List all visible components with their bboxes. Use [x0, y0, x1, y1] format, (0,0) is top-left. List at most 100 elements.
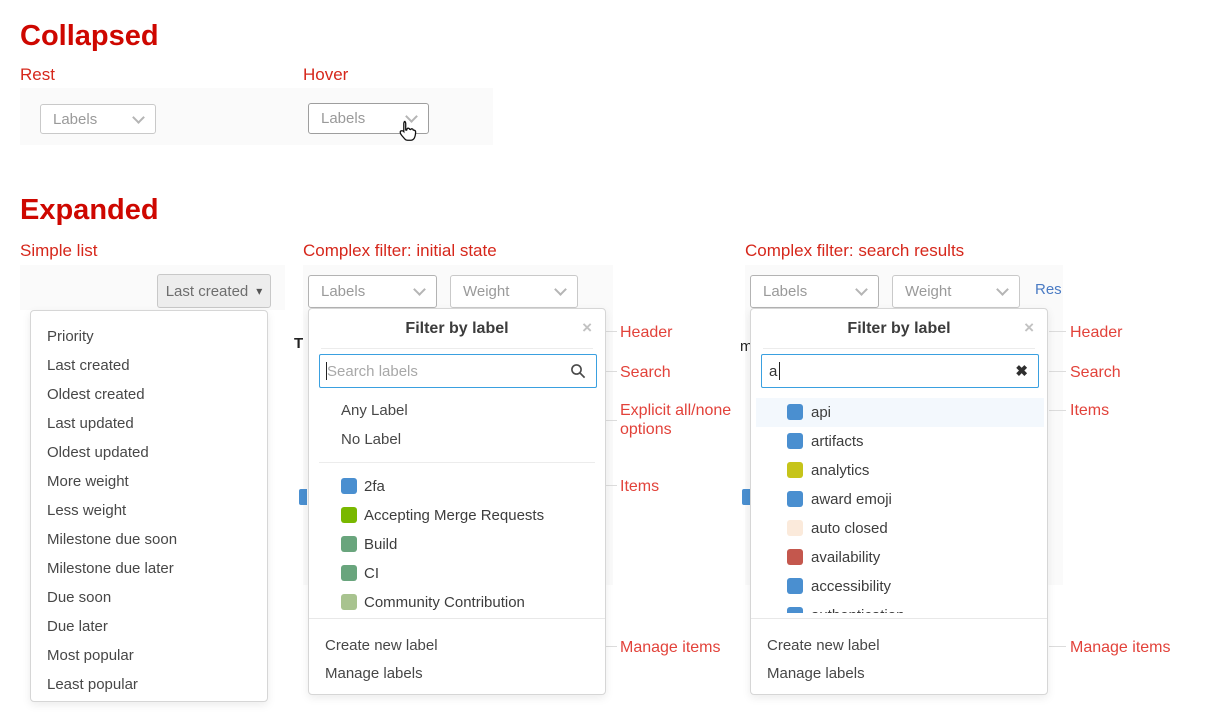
design-spec-page: Collapsed Rest Hover Labels Labels Expan…: [0, 0, 1218, 722]
sort-dropdown-button[interactable]: Last created ▾: [157, 274, 271, 308]
label-color-swatch: [341, 594, 357, 610]
weight-filter-dropdown-label: Weight: [905, 283, 951, 300]
hand-cursor-icon: [396, 120, 418, 144]
label-option[interactable]: api: [787, 398, 1047, 427]
label-color-swatch: [787, 462, 803, 478]
divider: [763, 348, 1035, 349]
menu-item[interactable]: Priority: [47, 322, 94, 351]
label-color-swatch: [787, 433, 803, 449]
label-option[interactable]: availability: [787, 543, 1047, 572]
annotation-connector-line: [1049, 646, 1066, 647]
label-option[interactable]: 2fa: [341, 472, 605, 501]
label-option[interactable]: Accepting Merge Requests: [341, 501, 605, 530]
labels-dropdown-hover-label: Labels: [321, 110, 365, 127]
annotation-connector-line: [1049, 410, 1066, 411]
label-color-swatch: [787, 404, 803, 420]
close-icon[interactable]: ×: [1024, 318, 1034, 338]
label-option[interactable]: analytics: [787, 456, 1047, 485]
annotation-connector-line: [1049, 331, 1066, 332]
menu-item[interactable]: Oldest updated: [47, 438, 149, 467]
label-color-swatch: [787, 549, 803, 565]
clipped-link[interactable]: Res: [1035, 281, 1063, 299]
annotation-search: Search: [1070, 363, 1121, 382]
label-option-name: 2fa: [364, 472, 385, 501]
label-option-name: accessibility: [811, 572, 891, 601]
label-option-name: authentication: [811, 601, 904, 613]
divider: [321, 348, 593, 349]
menu-item[interactable]: Oldest created: [47, 380, 145, 409]
close-icon[interactable]: ×: [582, 318, 592, 338]
label-color-swatch: [787, 607, 803, 613]
subtitle-simple-list: Simple list: [20, 241, 97, 261]
label-option-name: auto closed: [811, 514, 888, 543]
label-option[interactable]: artifacts: [787, 427, 1047, 456]
label-color-swatch: [787, 491, 803, 507]
annotation-header: Header: [1070, 323, 1122, 342]
label-color-swatch: [787, 578, 803, 594]
label-option-name: CI: [364, 559, 379, 588]
manage-labels-link[interactable]: Manage labels: [767, 659, 865, 688]
panel-title: Filter by label: [309, 309, 605, 348]
menu-item[interactable]: Milestone due later: [47, 554, 174, 583]
menu-item-no-label[interactable]: No Label: [341, 425, 401, 454]
label-search-input[interactable]: [762, 355, 1015, 387]
background-label-chip-fragment: [299, 489, 307, 505]
divider: [319, 462, 595, 463]
label-option[interactable]: Build: [341, 530, 605, 559]
label-option[interactable]: auto closed: [787, 514, 1047, 543]
label-search-field[interactable]: [319, 354, 597, 388]
subtitle-complex-search: Complex filter: search results: [745, 241, 964, 261]
label-option-name: Community Contribution: [364, 588, 525, 617]
background-label-chip-fragment: [742, 489, 750, 505]
label-search-field[interactable]: ✖: [761, 354, 1039, 388]
label-search-input[interactable]: [320, 355, 570, 387]
create-new-label-link[interactable]: Create new label: [325, 631, 438, 660]
label-option[interactable]: award emoji: [787, 485, 1047, 514]
labels-filter-dropdown[interactable]: Labels: [750, 275, 879, 308]
manage-labels-link[interactable]: Manage labels: [325, 659, 423, 688]
menu-item[interactable]: Last created: [47, 351, 130, 380]
menu-item[interactable]: Most popular: [47, 641, 134, 670]
chevron-down-icon: [996, 283, 1009, 296]
divider: [309, 618, 605, 619]
menu-item[interactable]: Due later: [47, 612, 108, 641]
menu-item[interactable]: More weight: [47, 467, 129, 496]
menu-item[interactable]: Least popular: [47, 670, 138, 699]
labels-dropdown-rest-label: Labels: [53, 111, 97, 128]
labels-filter-dropdown[interactable]: Labels: [308, 275, 437, 308]
label-option[interactable]: CI: [341, 559, 605, 588]
menu-item[interactable]: Milestone due soon: [47, 525, 177, 554]
background-text-fragment: T: [294, 336, 303, 352]
label-color-swatch: [341, 507, 357, 523]
annotation-items: Items: [620, 477, 659, 496]
annotation-manage-items: Manage items: [620, 638, 721, 657]
clear-search-icon[interactable]: ✖: [1015, 362, 1028, 380]
sort-dropdown-label: Last created: [166, 283, 249, 300]
label-option[interactable]: accessibility: [787, 572, 1047, 601]
panel-title: Filter by label: [751, 309, 1047, 348]
state-label-hover: Hover: [303, 65, 348, 85]
weight-filter-dropdown[interactable]: Weight: [450, 275, 578, 308]
labels-dropdown-rest[interactable]: Labels: [40, 104, 156, 134]
subtitle-complex-initial: Complex filter: initial state: [303, 241, 497, 261]
label-option-name: award emoji: [811, 485, 892, 514]
label-color-swatch: [341, 565, 357, 581]
label-results-list: api artifacts analytics award emoji auto…: [751, 398, 1047, 613]
menu-item[interactable]: Less weight: [47, 496, 126, 525]
create-new-label-link[interactable]: Create new label: [767, 631, 880, 660]
label-filter-panel-initial: Filter by label × Any Label No Label 2fa…: [308, 308, 606, 695]
chevron-down-icon: [554, 283, 567, 296]
chevron-down-icon: [132, 111, 145, 124]
menu-item-any-label[interactable]: Any Label: [341, 396, 408, 425]
weight-filter-dropdown-label: Weight: [463, 283, 509, 300]
weight-filter-dropdown[interactable]: Weight: [892, 275, 1020, 308]
label-color-swatch: [787, 520, 803, 536]
label-option[interactable]: Community Contribution: [341, 588, 605, 617]
label-option-clipped[interactable]: authentication: [787, 601, 1047, 613]
menu-item[interactable]: Last updated: [47, 409, 134, 438]
annotation-explicit-options: Explicit all/none options: [620, 401, 750, 439]
menu-item[interactable]: Due soon: [47, 583, 111, 612]
annotation-connector-line: [1049, 371, 1066, 372]
labels-filter-dropdown-label: Labels: [763, 283, 807, 300]
labels-filter-dropdown-label: Labels: [321, 283, 365, 300]
